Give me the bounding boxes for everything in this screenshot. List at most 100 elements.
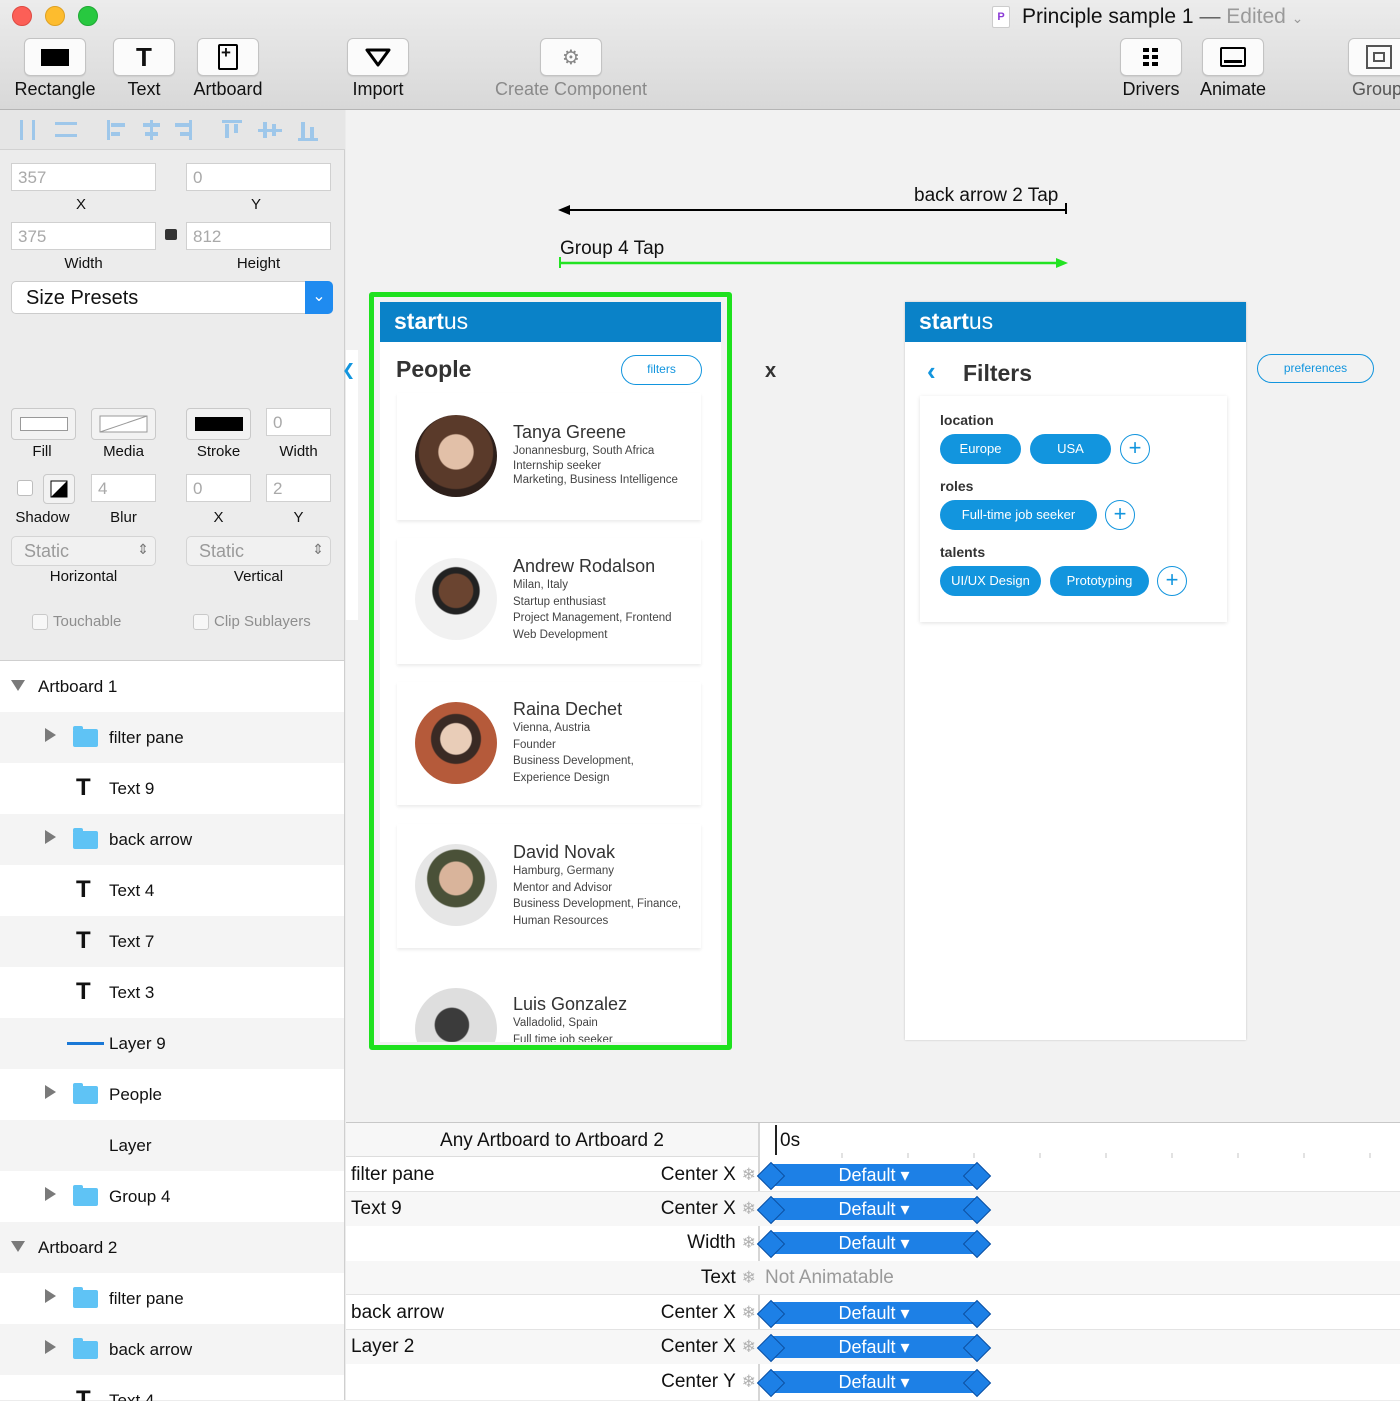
fill-swatch[interactable] (11, 408, 76, 440)
layer-row-back-arrow-2[interactable]: back arrow (0, 1324, 344, 1375)
layer-label: back arrow (109, 1340, 193, 1359)
layer-row-filter-pane-2[interactable]: filter pane (0, 1273, 344, 1324)
drivers-tool[interactable]: Drivers (1118, 38, 1184, 100)
timeline-row[interactable]: filter pane Center X ❄ Default ▾ (346, 1158, 1400, 1192)
zoom-window-button[interactable] (78, 6, 98, 26)
back-chevron-icon[interactable]: ‹ (927, 356, 936, 387)
canvas[interactable]: ❮ back arrow 2 Tap Group 4 Tap startus P… (342, 110, 1400, 1122)
add-location-button[interactable]: + (1120, 434, 1150, 464)
create-component-tool[interactable]: ⚙ Create Component (486, 38, 656, 100)
width-input[interactable]: 375 (11, 222, 156, 250)
snowflake-icon[interactable]: ❄ (742, 1199, 756, 1218)
artboard-tool[interactable]: + Artboard (186, 38, 270, 100)
timeline-row[interactable]: Layer 2 Center X ❄ Default ▾ (346, 1330, 1400, 1364)
disclosure-triangle-icon[interactable] (45, 1187, 56, 1201)
curve-default-bar[interactable]: Default ▾ (770, 1198, 978, 1220)
group-tool[interactable]: Group (1346, 38, 1400, 100)
disclosure-triangle-icon[interactable] (11, 680, 25, 691)
snowflake-icon[interactable]: ❄ (742, 1337, 756, 1356)
rectangle-tool-button[interactable] (24, 38, 86, 76)
layer-row-text-4[interactable]: T Text 4 (0, 865, 344, 916)
curve-default-bar[interactable]: Default ▾ (770, 1164, 978, 1186)
lock-icon[interactable] (165, 229, 177, 240)
timeline-row[interactable]: Width ❄ Default ▾ (346, 1226, 1400, 1260)
layer-row-filter-pane[interactable]: filter pane (0, 712, 344, 763)
y-input[interactable]: 0 (186, 163, 331, 191)
chip-europe[interactable]: Europe (940, 434, 1021, 464)
disclosure-triangle-icon[interactable] (45, 728, 56, 742)
rectangle-tool[interactable]: Rectangle (10, 38, 100, 100)
clip-sublayers-checkbox[interactable] (193, 614, 209, 630)
layer-row-artboard-1[interactable]: Artboard 1 (0, 661, 344, 712)
chip-ui-ux-design[interactable]: UI/UX Design (940, 566, 1041, 596)
add-role-button[interactable]: + (1105, 500, 1135, 530)
shadow-color-swatch[interactable] (43, 474, 75, 504)
text-tool-button[interactable]: T (113, 38, 175, 76)
height-input[interactable]: 812 (186, 222, 331, 250)
layer-row-layer-9[interactable]: Layer 9 (0, 1018, 344, 1069)
x-input[interactable]: 357 (11, 163, 156, 191)
curve-default-bar[interactable]: Default ▾ (770, 1336, 978, 1358)
shadow-y-input[interactable]: 2 (266, 474, 331, 502)
vertical-select[interactable]: Static ⇕ (186, 536, 331, 566)
animate-tool[interactable]: Animate (1196, 38, 1270, 100)
chip-usa[interactable]: USA (1030, 434, 1111, 464)
selected-group-outline[interactable] (369, 292, 732, 1050)
layer-row-text-9[interactable]: T Text 9 (0, 763, 344, 814)
layer-row-layer[interactable]: Layer (0, 1120, 344, 1171)
snowflake-icon[interactable]: ❄ (742, 1165, 756, 1184)
size-presets-select[interactable]: Size Presets ⌄ (11, 281, 333, 314)
close-window-button[interactable] (12, 6, 32, 26)
layer-row-text-3[interactable]: T Text 3 (0, 967, 344, 1018)
media-swatch[interactable] (91, 408, 156, 440)
chip-prototyping[interactable]: Prototyping (1050, 566, 1149, 596)
import-tool-button[interactable] (347, 38, 409, 76)
snowflake-icon[interactable]: ❄ (742, 1303, 756, 1322)
text-tool[interactable]: T Text (112, 38, 176, 100)
layer-row-people[interactable]: People (0, 1069, 344, 1120)
group-button[interactable] (1348, 38, 1400, 76)
snowflake-icon[interactable]: ❄ (742, 1233, 756, 1252)
document-icon: P (992, 6, 1010, 28)
create-component-button[interactable]: ⚙ (540, 38, 602, 76)
timeline-row[interactable]: Center Y ❄ Default ▾ (346, 1365, 1400, 1399)
not-animatable-label: Not Animatable (765, 1267, 894, 1288)
add-talent-button[interactable]: + (1157, 566, 1187, 596)
snowflake-icon[interactable]: ❄ (742, 1268, 756, 1287)
disclosure-triangle-icon[interactable] (45, 1340, 56, 1354)
timeline-row[interactable]: Text 9 Center X ❄ Default ▾ (346, 1192, 1400, 1226)
group4-tap-label[interactable]: Group 4 Tap (560, 238, 664, 260)
artboard-tool-button[interactable]: + (197, 38, 259, 76)
artboard-2[interactable]: startus ‹ Filters location Europe USA + … (905, 302, 1246, 1040)
stroke-swatch[interactable] (186, 408, 251, 440)
stroke-width-input[interactable]: 0 (266, 408, 331, 436)
curve-default-bar[interactable]: Default ▾ (770, 1232, 978, 1254)
blur-input[interactable]: 4 (91, 474, 156, 502)
curve-default-bar[interactable]: Default ▾ (770, 1302, 978, 1324)
curve-default-bar[interactable]: Default ▾ (770, 1371, 978, 1393)
animate-button[interactable] (1202, 38, 1264, 76)
preferences-button[interactable]: preferences (1257, 354, 1374, 383)
shadow-x-input[interactable]: 0 (186, 474, 251, 502)
snowflake-icon[interactable]: ❄ (742, 1372, 756, 1391)
layer-row-text-4-2[interactable]: T Text 4 (0, 1375, 344, 1401)
drivers-button[interactable] (1120, 38, 1182, 76)
timeline-row[interactable]: Text ❄ Not Animatable (346, 1261, 1400, 1295)
back-arrow-tap-label[interactable]: back arrow 2 Tap (914, 185, 1058, 207)
layer-row-text-7[interactable]: T Text 7 (0, 916, 344, 967)
touchable-checkbox[interactable] (32, 614, 48, 630)
disclosure-triangle-icon[interactable] (45, 1085, 56, 1099)
disclosure-triangle-icon[interactable] (45, 830, 56, 844)
disclosure-triangle-icon[interactable] (11, 1241, 25, 1252)
layer-row-back-arrow[interactable]: back arrow (0, 814, 344, 865)
layer-row-artboard-2[interactable]: Artboard 2 (0, 1222, 344, 1273)
window-title[interactable]: Principle sample 1 — Edited ⌄ (1022, 5, 1303, 29)
disclosure-triangle-icon[interactable] (45, 1289, 56, 1303)
import-tool[interactable]: Import (346, 38, 410, 100)
shadow-checkbox[interactable] (17, 480, 33, 496)
horizontal-select[interactable]: Static ⇕ (11, 536, 156, 566)
chip-full-time-job-seeker[interactable]: Full-time job seeker (940, 500, 1097, 530)
minimize-window-button[interactable] (45, 6, 65, 26)
layer-row-group-4[interactable]: Group 4 (0, 1171, 344, 1222)
timeline-row[interactable]: back arrow Center X ❄ Default ▾ (346, 1296, 1400, 1330)
